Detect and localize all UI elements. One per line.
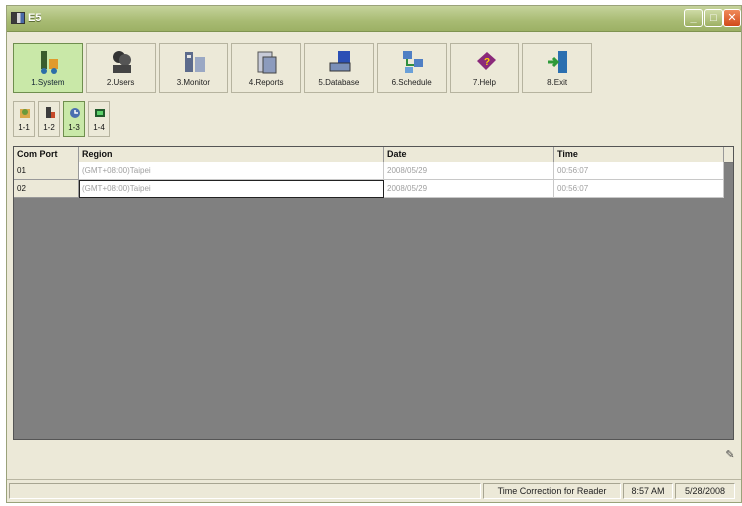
subtool-label: 1-3 xyxy=(68,123,80,132)
column-header-region[interactable]: Region xyxy=(79,147,384,162)
minimize-button[interactable]: _ xyxy=(684,9,703,27)
status-date: 5/28/2008 xyxy=(675,483,735,499)
schedule-icon xyxy=(402,51,423,73)
toolbar-schedule-button[interactable]: 6.Schedule xyxy=(376,43,447,93)
toolbar-exit-button[interactable]: 8.Exit xyxy=(522,43,592,93)
toolbar-help-button[interactable]: ? 7.Help xyxy=(449,43,520,93)
column-header-date[interactable]: Date xyxy=(384,147,554,162)
subtool-1-3-button[interactable]: 1-3 xyxy=(63,101,85,137)
toolbar-label: 1.System xyxy=(31,78,65,87)
clock-folder-icon xyxy=(20,109,30,118)
window-title: E5 xyxy=(28,12,42,24)
main-toolbar: 1.System 2.Users 3.Monitor 4.Reports 5.D… xyxy=(13,43,595,93)
date-cell[interactable]: 2008/05/29 xyxy=(384,180,554,198)
sub-toolbar: 1-1 1-2 1-3 1-4 xyxy=(13,101,113,137)
terminal-icon xyxy=(95,109,105,117)
time-cell[interactable]: 00:56:07 xyxy=(554,180,724,198)
subtool-label: 1-1 xyxy=(18,123,30,132)
toolbar-label: 8.Exit xyxy=(547,78,568,87)
table-row[interactable]: 02 (GMT+08:00)Taipei 2008/05/29 00:56:07 xyxy=(14,180,724,198)
system-icon xyxy=(41,51,58,74)
toolbar-label: 2.Users xyxy=(106,78,135,87)
subtool-1-2-button[interactable]: 1-2 xyxy=(38,101,60,137)
com-port-cell: 01 xyxy=(14,162,79,180)
toolbar-label: 7.Help xyxy=(472,78,496,87)
close-button[interactable]: ✕ xyxy=(723,9,741,27)
maximize-button[interactable]: □ xyxy=(704,9,723,27)
region-cell[interactable]: (GMT+08:00)Taipei xyxy=(79,162,384,180)
subtool-1-1-button[interactable]: 1-1 xyxy=(13,101,35,137)
status-message: Time Correction for Reader xyxy=(483,483,621,499)
toolbar-users-button[interactable]: 2.Users xyxy=(85,43,156,93)
time-cell[interactable]: 00:56:07 xyxy=(554,162,724,180)
time-correction-icon xyxy=(70,108,80,118)
date-cell[interactable]: 2008/05/29 xyxy=(384,162,554,180)
title-bar[interactable]: E5 _ □ ✕ xyxy=(7,6,741,32)
app-icon xyxy=(11,12,25,24)
help-book-icon: ? xyxy=(476,52,496,70)
status-time: 8:57 AM xyxy=(623,483,673,499)
main-window: E5 _ □ ✕ 1.System 2.Users 3.Monitor 4.Re… xyxy=(6,5,742,503)
monitor-icon xyxy=(184,52,205,72)
region-cell[interactable]: (GMT+08:00)Taipei xyxy=(79,180,384,198)
reports-icon xyxy=(257,51,277,74)
edit-pen-icon[interactable]: ✎ xyxy=(720,446,740,464)
toolbar-monitor-button[interactable]: 3.Monitor xyxy=(158,43,229,93)
grid-header: Com Port Region Date Time xyxy=(14,147,733,163)
subtool-label: 1-4 xyxy=(93,123,105,132)
status-bar: Time Correction for Reader 8:57 AM 5/28/… xyxy=(7,479,741,502)
toolbar-database-button[interactable]: 5.Database xyxy=(304,43,374,93)
toolbar-label: 5.Database xyxy=(318,78,360,87)
users-icon xyxy=(112,51,131,73)
com-port-cell: 02 xyxy=(14,180,79,198)
svg-text:?: ? xyxy=(484,57,490,68)
database-icon xyxy=(329,51,351,72)
toolbar-label: 4.Reports xyxy=(248,78,284,87)
toolbar-reports-button[interactable]: 4.Reports xyxy=(231,43,301,93)
status-panel-empty xyxy=(9,483,481,499)
toolbar-label: 6.Schedule xyxy=(391,78,432,87)
toolbar-system-button[interactable]: 1.System xyxy=(13,43,83,93)
exit-door-icon xyxy=(548,51,568,73)
data-grid[interactable]: Com Port Region Date Time 01 (GMT+08:00)… xyxy=(13,146,734,440)
subtool-label: 1-2 xyxy=(43,123,55,132)
table-row[interactable]: 01 (GMT+08:00)Taipei 2008/05/29 00:56:07 xyxy=(14,162,724,180)
column-header-com-port[interactable]: Com Port xyxy=(14,147,79,162)
reader-icon xyxy=(46,107,55,118)
subtool-1-4-button[interactable]: 1-4 xyxy=(88,101,110,137)
column-header-time[interactable]: Time xyxy=(554,147,724,162)
toolbar-label: 3.Monitor xyxy=(176,78,211,87)
